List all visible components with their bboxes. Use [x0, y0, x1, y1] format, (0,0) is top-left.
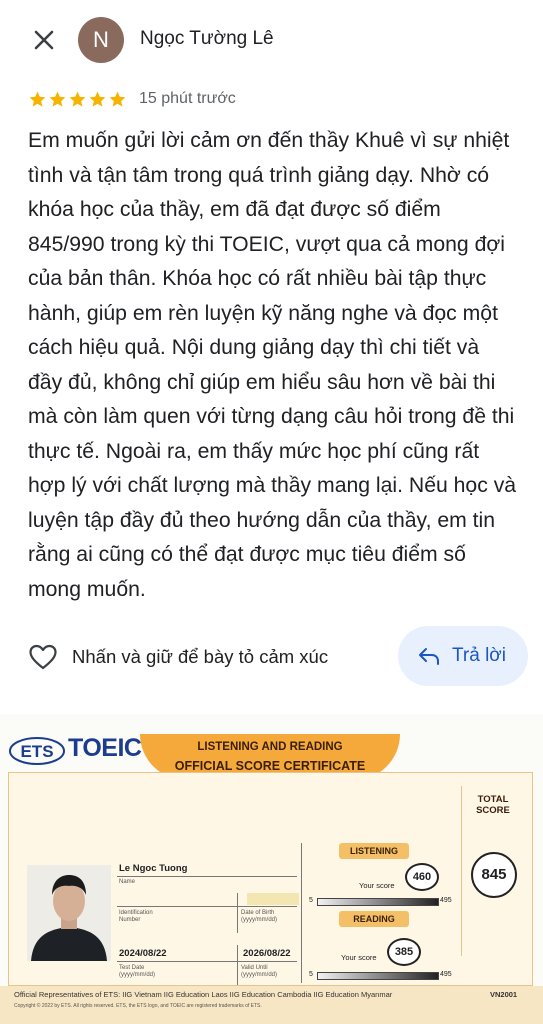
valid-until: 2026/08/22	[243, 948, 291, 959]
reviewer-name[interactable]: Ngọc Tường Lê	[140, 28, 274, 50]
listening-tab: LISTENING	[339, 843, 409, 859]
reading-score-bar	[317, 972, 439, 980]
reply-button[interactable]: Trả lời	[398, 626, 528, 686]
date-divider	[237, 945, 238, 985]
id-line	[117, 906, 297, 907]
valid-until-label: Valid Until (yyyy/mm/dd)	[241, 965, 277, 978]
banner-line-1: LISTENING AND READING	[197, 741, 343, 753]
reading-score: 385	[387, 938, 421, 966]
reading-scale-min: 5	[309, 971, 313, 978]
star-icon	[109, 91, 126, 107]
star-icon	[29, 91, 46, 107]
score-certificate-image[interactable]: ETS TOEIC LISTENING AND READING OFFICIAL…	[0, 714, 543, 1024]
review-text: Em muốn gửi lời cảm ơn đến thầy Khuê vì …	[28, 129, 517, 601]
react-label: Nhấn và giữ để bày tỏ cảm xúc	[72, 646, 329, 667]
certificate-footer: Official Representatives of ETS: IIG Vie…	[0, 986, 543, 1024]
listening-scale-max: 495	[440, 897, 452, 904]
close-button[interactable]	[28, 24, 60, 56]
reply-icon	[419, 648, 439, 665]
review-time: 15 phút trước	[139, 90, 236, 107]
listening-scale-min: 5	[309, 897, 313, 904]
id-divider	[237, 893, 238, 933]
heart-icon	[29, 644, 57, 670]
test-date-label: Test Date (yyyy/mm/dd)	[119, 965, 155, 978]
star-rating	[28, 90, 127, 109]
certificate-code: VN2001	[490, 990, 518, 999]
avatar[interactable]: N	[78, 17, 124, 63]
total-score: 845	[471, 852, 517, 898]
review-header: N Ngọc Tường Lê	[0, 0, 543, 80]
listening-score-bar	[317, 898, 439, 906]
name-label: Name	[119, 879, 136, 885]
candidate-name: Le Ngoc Tuong	[119, 863, 188, 874]
total-score-column: TOTAL SCORE 845	[461, 786, 524, 956]
candidate-photo	[27, 865, 111, 961]
test-date-line	[117, 961, 297, 962]
star-icon	[89, 91, 106, 107]
rating-row: 15 phút trước	[28, 88, 236, 110]
name-line	[117, 876, 297, 877]
identification-label: Identification Number	[119, 910, 153, 923]
toeic-logo: TOEIC	[68, 734, 142, 762]
close-icon[interactable]	[28, 24, 60, 56]
section-divider	[301, 843, 302, 983]
star-icon	[49, 91, 66, 107]
total-score-label: TOTAL SCORE	[462, 794, 524, 816]
total-label-line-1: TOTAL	[477, 794, 509, 805]
official-representatives: Official Representatives of ETS: IIG Vie…	[14, 990, 393, 999]
copyright-notice: Copyright © 2022 by ETS. All rights rese…	[14, 1003, 262, 1009]
reading-scale-max: 495	[440, 971, 452, 978]
certificate-panel: Le Ngoc Tuong Name Identification Number…	[8, 772, 533, 986]
identification-box	[247, 893, 299, 905]
reply-label: Trả lời	[452, 645, 506, 666]
star-icon	[69, 91, 86, 107]
person-photo-icon	[27, 865, 111, 961]
ets-logo: ETS	[9, 737, 65, 765]
ets-text: ETS	[20, 742, 53, 761]
total-label-line-2: SCORE	[476, 805, 510, 816]
listening-score: 460	[405, 863, 439, 891]
dob-label: Date of Birth (yyyy/mm/dd)	[241, 910, 277, 923]
listening-your-score-label: Your score	[359, 881, 395, 890]
reading-your-score-label: Your score	[341, 953, 377, 962]
test-date: 2024/08/22	[119, 948, 167, 959]
banner-line-2: OFFICIAL SCORE CERTIFICATE	[174, 759, 366, 773]
react-button[interactable]: Nhấn và giữ để bày tỏ cảm xúc	[28, 640, 328, 674]
reading-tab: READING	[339, 911, 409, 927]
